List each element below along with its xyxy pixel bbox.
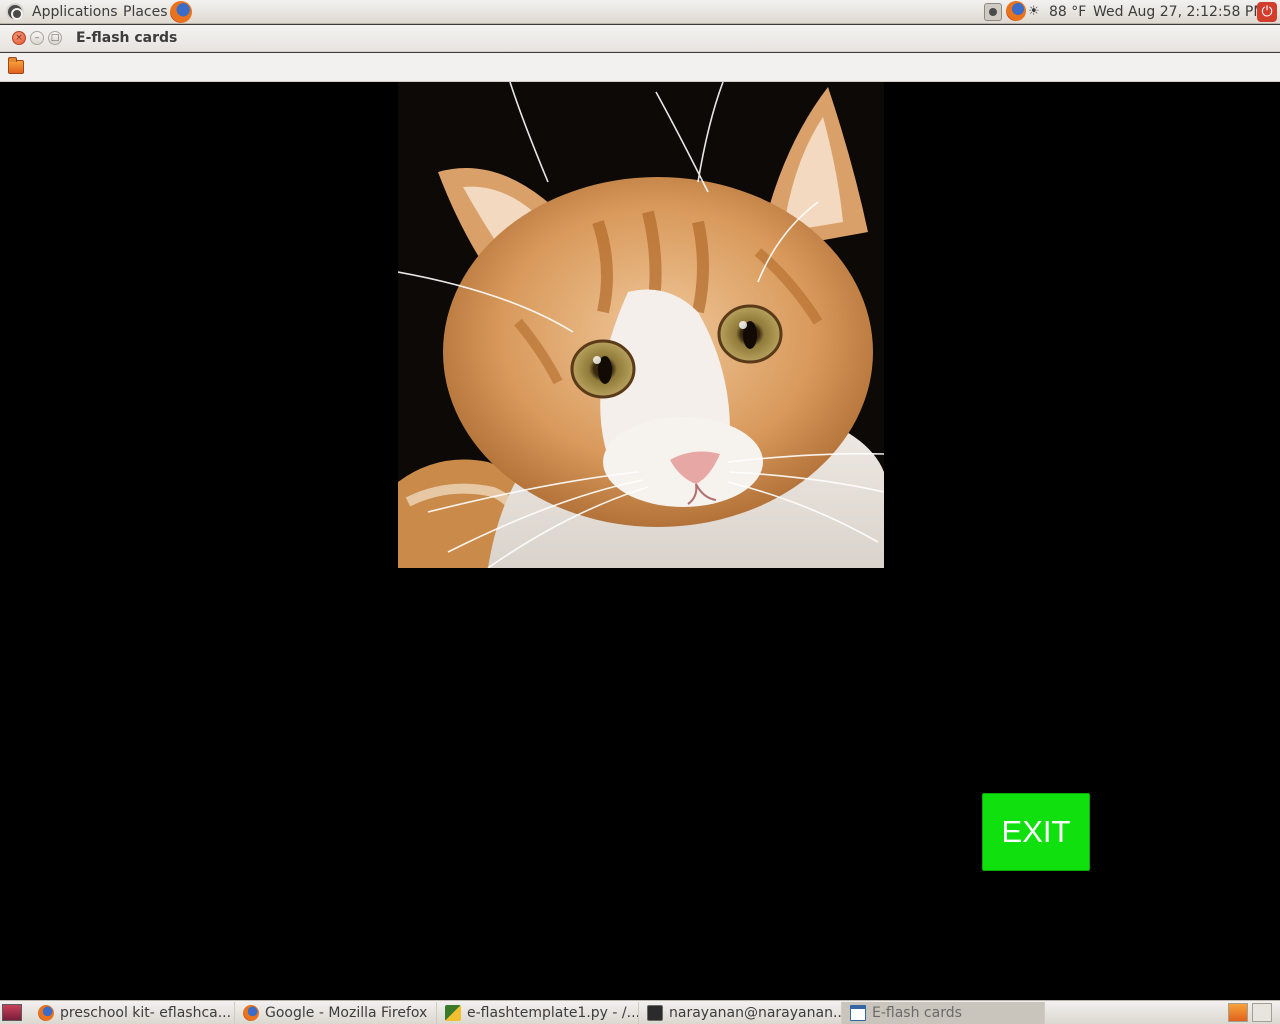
window-icon bbox=[850, 1005, 866, 1021]
bottom-taskbar: preschool kit- eflashca... Google - Mozi… bbox=[0, 1000, 1280, 1024]
taskbar-item[interactable]: narayanan@narayanan... bbox=[639, 1002, 842, 1024]
flash-card-canvas: EXIT bbox=[0, 82, 1280, 1000]
terminal-icon bbox=[647, 1005, 663, 1021]
open-folder-icon[interactable] bbox=[8, 57, 24, 74]
firefox-tray-icon[interactable] bbox=[1006, 1, 1026, 21]
workspace-1[interactable] bbox=[1228, 1003, 1248, 1022]
firefox-icon bbox=[38, 1005, 54, 1021]
top-panel: Applications Places ☀ 88 °F Wed Aug 27, … bbox=[0, 0, 1280, 24]
cat-illustration bbox=[398, 82, 884, 568]
ubuntu-logo-icon[interactable] bbox=[6, 3, 24, 21]
firefox-launcher-icon[interactable] bbox=[170, 1, 192, 23]
window-title: E-flash cards bbox=[76, 30, 178, 46]
firefox-icon bbox=[243, 1005, 259, 1021]
tray-app-icon[interactable] bbox=[984, 3, 1002, 21]
places-menu[interactable]: Places bbox=[123, 0, 168, 24]
weather-icon: ☀ bbox=[1028, 4, 1040, 19]
window-titlebar[interactable]: × – □ E-flash cards bbox=[0, 25, 1280, 52]
window-maximize-button[interactable]: □ bbox=[48, 31, 62, 45]
exit-button[interactable]: EXIT bbox=[982, 793, 1090, 871]
taskbar-item-active[interactable]: E-flash cards bbox=[842, 1002, 1045, 1024]
taskbar-item-label: preschool kit- eflashca... bbox=[60, 1005, 232, 1021]
weather-temperature[interactable]: 88 °F bbox=[1049, 0, 1086, 24]
applications-menu[interactable]: Applications bbox=[32, 0, 118, 24]
taskbar-item[interactable]: preschool kit- eflashca... bbox=[30, 1002, 235, 1024]
window-minimize-button[interactable]: – bbox=[30, 31, 44, 45]
python-editor-icon bbox=[445, 1005, 461, 1021]
window-close-button[interactable]: × bbox=[12, 31, 26, 45]
taskbar-item[interactable]: Google - Mozilla Firefox bbox=[235, 1002, 437, 1024]
show-desktop-icon[interactable] bbox=[2, 1004, 22, 1021]
taskbar-item[interactable]: e-flashtemplate1.py - /... bbox=[437, 1002, 639, 1024]
power-icon[interactable]: ⏻ bbox=[1257, 2, 1277, 22]
workspace-2[interactable] bbox=[1252, 1003, 1272, 1022]
toolbar bbox=[0, 53, 1280, 82]
taskbar-item-label: E-flash cards bbox=[872, 1005, 962, 1021]
clock[interactable]: Wed Aug 27, 2:12:58 PM bbox=[1093, 0, 1265, 24]
taskbar-item-label: Google - Mozilla Firefox bbox=[265, 1005, 428, 1021]
taskbar-item-label: e-flashtemplate1.py - /... bbox=[467, 1005, 639, 1021]
taskbar-item-label: narayanan@narayanan... bbox=[669, 1005, 842, 1021]
cat-photo bbox=[398, 82, 884, 568]
